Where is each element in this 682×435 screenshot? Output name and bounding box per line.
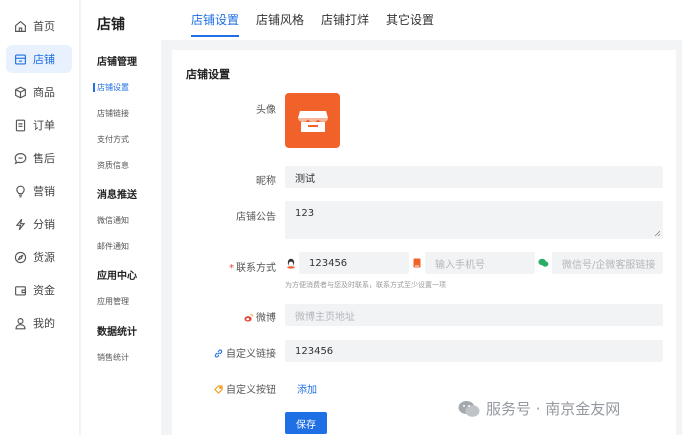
store-icon xyxy=(297,110,328,132)
nav-label: 店铺 xyxy=(33,53,55,66)
nav-item-mine[interactable]: 我的 xyxy=(6,309,72,337)
shop-avatar[interactable] xyxy=(285,93,340,148)
group-title-store-management: 店铺管理 xyxy=(97,57,137,68)
tag-icon xyxy=(214,385,223,394)
tab-bar: 店铺设置 店铺风格 店铺打烊 其它设置 xyxy=(161,0,682,40)
compass-icon xyxy=(14,251,27,263)
store-icon xyxy=(15,53,26,65)
nav-label: 售后 xyxy=(33,152,55,165)
notice-label: 店铺公告 xyxy=(236,212,276,223)
home-icon xyxy=(15,20,26,32)
tab-store-style[interactable]: 店铺风格 xyxy=(256,11,304,28)
sub-link-qualification[interactable]: 资质信息 xyxy=(97,160,129,171)
user-icon xyxy=(15,317,26,329)
weibo-label: 微博 xyxy=(172,309,276,324)
custom-link-field[interactable]: 123456 xyxy=(285,340,663,362)
nav-label: 资金 xyxy=(33,284,55,297)
sub-link-email-notify[interactable]: 邮件通知 xyxy=(97,241,129,252)
nav-label: 营销 xyxy=(33,185,55,198)
nav-item-source[interactable]: 货源 xyxy=(6,243,72,271)
sub-link-payment[interactable]: 支付方式 xyxy=(97,134,129,145)
custom-link-label-text: 自定义链接 xyxy=(226,349,276,360)
weibo-label-text: 微博 xyxy=(256,313,276,324)
contact-hint: 为方便消费者与您及时联系，联系方式至少设置一项 xyxy=(285,281,446,289)
nav-item-aftersale[interactable]: 售后 xyxy=(6,144,72,172)
nav-item-marketing[interactable]: 营销 xyxy=(6,177,72,205)
required-mark: * xyxy=(229,263,234,274)
group-title-stats: 数据统计 xyxy=(97,327,137,338)
nav-item-home[interactable]: 首页 xyxy=(6,12,72,40)
tab-store-closed[interactable]: 店铺打烊 xyxy=(321,11,369,28)
weibo-field[interactable]: 微博主页地址 xyxy=(285,304,663,326)
watermark: 服务号 · 南京金友网 xyxy=(458,398,620,419)
custom-button-label: 自定义按钮 xyxy=(172,381,276,396)
sub-link-app-management[interactable]: 应用管理 xyxy=(97,296,129,307)
contact-label: * 联系方式 xyxy=(172,259,276,274)
nav-item-goods[interactable]: 商品 xyxy=(6,78,72,106)
nav-label: 分销 xyxy=(33,218,55,231)
nav-label: 订单 xyxy=(33,119,55,132)
tab-other-settings[interactable]: 其它设置 xyxy=(386,11,434,28)
sub-menu-title: 店铺 xyxy=(97,17,125,33)
cube-icon xyxy=(15,86,26,98)
wechat-icon xyxy=(538,258,549,267)
sub-link-store-settings[interactable]: 店铺设置 xyxy=(93,82,129,93)
scrollbar[interactable] xyxy=(676,40,682,435)
nav-item-orders[interactable]: 订单 xyxy=(6,111,72,139)
bulb-icon xyxy=(16,185,25,197)
wechat-watermark-icon xyxy=(458,400,480,417)
tab-store-settings[interactable]: 店铺设置 xyxy=(191,11,240,37)
avatar-label: 头像 xyxy=(256,105,276,116)
chat-icon xyxy=(14,152,27,164)
weibo-icon xyxy=(244,313,253,322)
contact-phone-field[interactable]: 输入手机号 xyxy=(425,252,535,274)
wallet-icon xyxy=(15,285,26,296)
contact-wechat-field[interactable]: 微信号/企微客服链接 xyxy=(552,252,663,274)
phone-icon xyxy=(413,258,421,268)
notice-value: 123 xyxy=(295,208,315,219)
custom-link-label: 自定义链接 xyxy=(172,345,276,360)
nav-label: 首页 xyxy=(33,20,55,33)
bolt-icon xyxy=(15,218,26,230)
link-icon xyxy=(214,349,223,358)
nav-label: 货源 xyxy=(33,251,55,264)
nav-item-store[interactable]: 店铺 xyxy=(6,45,72,73)
contact-qq-field[interactable]: 123456 xyxy=(299,252,409,274)
notice-textarea[interactable]: 123 xyxy=(285,201,663,239)
nav-label: 我的 xyxy=(33,317,55,330)
settings-panel: 店铺设置 头像 昵称 测试 店铺公告 123 * 联系方式 123456 输入手机… xyxy=(172,50,682,435)
nickname-label: 昵称 xyxy=(256,176,276,187)
resize-handle-icon[interactable] xyxy=(654,230,661,237)
nav-label: 商品 xyxy=(33,86,55,99)
qq-icon xyxy=(287,258,295,269)
contact-label-text: 联系方式 xyxy=(236,263,276,274)
section-title: 店铺设置 xyxy=(186,68,230,81)
nav-item-distribution[interactable]: 分销 xyxy=(6,210,72,238)
sub-link-sales-stats[interactable]: 销售统计 xyxy=(97,352,129,363)
custom-button-label-text: 自定义按钮 xyxy=(226,385,276,396)
main-nav: 首页 店铺 商品 订单 售后 营销 分销 货源 资金 我的 xyxy=(0,0,80,435)
group-title-apps: 应用中心 xyxy=(97,271,137,282)
watermark-text: 服务号 · 南京金友网 xyxy=(486,400,621,418)
order-icon xyxy=(15,119,26,131)
sub-link-wechat-notify[interactable]: 微信通知 xyxy=(97,215,129,226)
nav-item-funds[interactable]: 资金 xyxy=(6,276,72,304)
save-button[interactable]: 保存 xyxy=(285,412,327,434)
add-custom-button-link[interactable]: 添加 xyxy=(297,381,317,396)
sub-link-store-links[interactable]: 店铺链接 xyxy=(97,108,129,119)
nickname-field[interactable]: 测试 xyxy=(285,166,663,188)
sub-menu: 店铺 店铺管理 店铺设置 店铺链接 支付方式 资质信息 消息推送 微信通知 邮件… xyxy=(81,0,161,435)
group-title-push: 消息推送 xyxy=(97,190,137,201)
